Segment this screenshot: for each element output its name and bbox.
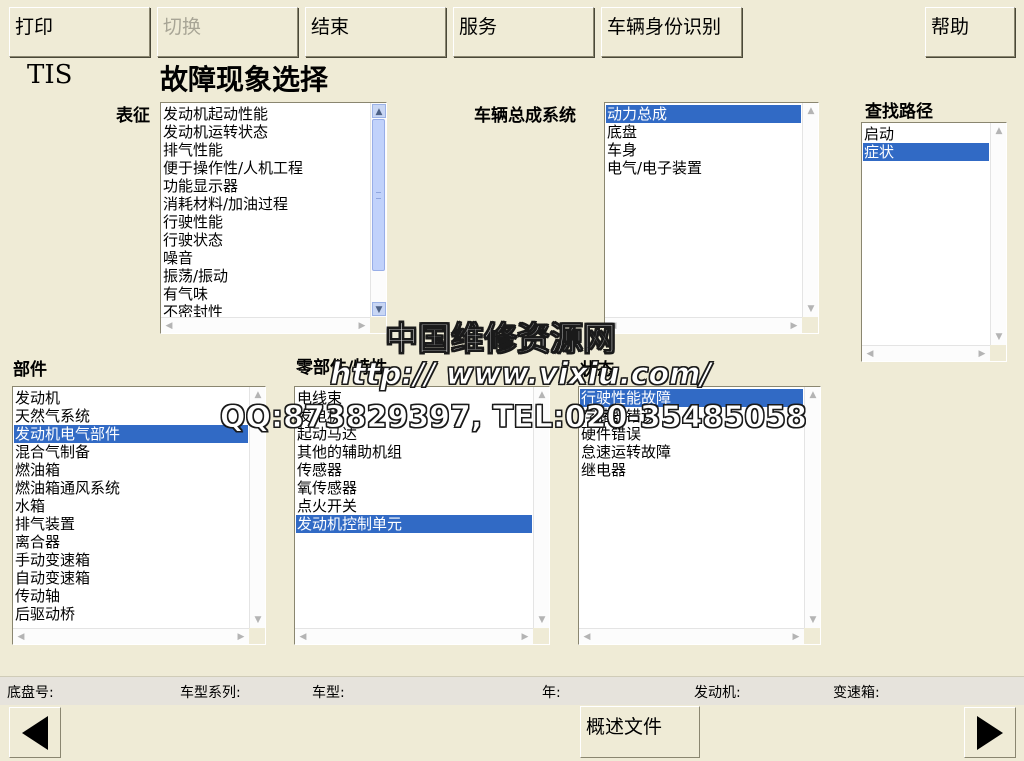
page-title: 故障现象选择 xyxy=(160,63,329,96)
search-path-list-item[interactable]: 启动 xyxy=(863,125,989,143)
overview-document-button[interactable]: 概述文件 xyxy=(580,706,700,758)
scroll-left-icon[interactable]: ◀ xyxy=(14,630,28,644)
scroll-down-icon[interactable]: ▼ xyxy=(251,613,265,627)
chassis-number-label: 底盘号: xyxy=(7,685,54,701)
assembly-list-item[interactable]: 底盘 xyxy=(606,123,801,141)
watermark-url: http:// www.vixiu.com/ xyxy=(329,357,712,393)
symptoms-list-item[interactable]: 行驶性能 xyxy=(162,213,369,231)
scroll-thumb[interactable] xyxy=(372,119,385,271)
components-list-item[interactable]: 氧传感器 xyxy=(296,479,532,497)
parts-hscrollbar[interactable]: ◀ ▶ xyxy=(13,628,249,644)
scroll-left-icon[interactable]: ◀ xyxy=(162,319,176,333)
state-list-item[interactable]: 继电器 xyxy=(580,461,803,479)
parts-list-item[interactable]: 水箱 xyxy=(14,497,248,515)
assembly-list-item[interactable]: 动力总成 xyxy=(606,105,801,123)
symptoms-vscrollbar[interactable]: ▲ ▼ xyxy=(370,103,386,317)
scroll-down-icon[interactable]: ▼ xyxy=(804,302,818,316)
end-button[interactable]: 结束 xyxy=(305,7,446,57)
model-label: 车型: xyxy=(312,685,345,701)
scroll-up-icon[interactable]: ▲ xyxy=(992,124,1006,138)
search-path-label: 查找路径 xyxy=(865,102,933,122)
help-button[interactable]: 帮助 xyxy=(925,7,1015,57)
engine-label: 发动机: xyxy=(694,685,741,701)
symptoms-list-item[interactable]: 有气味 xyxy=(162,285,369,303)
scroll-down-icon[interactable]: ▼ xyxy=(535,613,549,627)
symptoms-list-item[interactable]: 振荡/振动 xyxy=(162,267,369,285)
watermark-contact: QQ:873829397, TEL:020-35485058 xyxy=(220,400,808,436)
scroll-left-icon[interactable]: ◀ xyxy=(580,630,594,644)
search-path-hscrollbar[interactable]: ◀ ▶ xyxy=(862,345,990,361)
service-button[interactable]: 服务 xyxy=(453,7,594,57)
back-button[interactable] xyxy=(9,707,61,758)
parts-list-item[interactable]: 离合器 xyxy=(14,533,248,551)
components-list-item[interactable]: 点火开关 xyxy=(296,497,532,515)
scroll-up-icon[interactable]: ▲ xyxy=(804,104,818,118)
parts-list-item[interactable]: 自动变速箱 xyxy=(14,569,248,587)
print-button[interactable]: 打印 xyxy=(9,7,150,57)
parts-list-item[interactable]: 排气装置 xyxy=(14,515,248,533)
symptoms-list-item[interactable]: 消耗材料/加油过程 xyxy=(162,195,369,213)
year-label: 年: xyxy=(542,685,561,701)
parts-list-item[interactable]: 发动机 xyxy=(14,389,248,407)
assembly-list-item[interactable]: 车身 xyxy=(606,141,801,159)
scroll-down-icon[interactable]: ▼ xyxy=(806,613,820,627)
gearbox-label: 变速箱: xyxy=(833,685,880,701)
assembly-hscrollbar[interactable]: ◀ ▶ xyxy=(605,317,802,333)
symptoms-list-item[interactable]: 行驶状态 xyxy=(162,231,369,249)
components-hscrollbar[interactable]: ◀ ▶ xyxy=(295,628,533,644)
scroll-down-icon[interactable]: ▼ xyxy=(372,302,386,316)
parts-list-item[interactable]: 天然气系统 xyxy=(14,407,248,425)
app-name: TIS xyxy=(27,60,73,90)
scroll-right-icon[interactable]: ▶ xyxy=(518,630,532,644)
symptoms-list-item[interactable]: 发动机运转状态 xyxy=(162,123,369,141)
assembly-list[interactable]: 动力总成 底盘 车身 电气/电子装置 ▲ ▼ ◀ ▶ xyxy=(604,102,819,334)
symptoms-hscrollbar[interactable]: ◀ ▶ xyxy=(161,317,370,333)
parts-list-item[interactable]: 燃油箱 xyxy=(14,461,248,479)
scroll-right-icon[interactable]: ▶ xyxy=(975,347,989,361)
parts-list-item[interactable]: 后驱动桥 xyxy=(14,605,248,623)
symptoms-list-item[interactable]: 排气性能 xyxy=(162,141,369,159)
parts-label: 部件 xyxy=(13,360,47,380)
watermark-title: 中国维修资源网 xyxy=(385,319,617,359)
state-list-item[interactable]: 怠速运转故障 xyxy=(580,443,803,461)
symptoms-list-item[interactable]: 噪音 xyxy=(162,249,369,267)
scroll-right-icon[interactable]: ▶ xyxy=(234,630,248,644)
symptoms-list-item[interactable]: 发动机起动性能 xyxy=(162,105,369,123)
symptoms-list[interactable]: 发动机起动性能 发动机运转状态 排气性能 便于操作性/人机工程 功能显示器 消耗材料/加油… xyxy=(160,102,387,334)
parts-list-item[interactable]: 手动变速箱 xyxy=(14,551,248,569)
components-list-item[interactable]: 发动机控制单元 xyxy=(296,515,532,533)
parts-list-item[interactable]: 燃油箱通风系统 xyxy=(14,479,248,497)
scroll-right-icon[interactable]: ▶ xyxy=(789,630,803,644)
state-hscrollbar[interactable]: ◀ ▶ xyxy=(579,628,804,644)
scroll-up-icon[interactable]: ▲ xyxy=(372,104,386,118)
parts-list-item[interactable]: 传动轴 xyxy=(14,587,248,605)
search-path-list-item[interactable]: 症状 xyxy=(863,143,989,161)
scroll-left-icon[interactable]: ◀ xyxy=(296,630,310,644)
vehicle-status-bar: 底盘号: 车型系列: 车型: 年: 发动机: 变速箱: xyxy=(0,676,1024,705)
symptoms-list-item[interactable]: 便于操作性/人机工程 xyxy=(162,159,369,177)
components-list-item[interactable]: 传感器 xyxy=(296,461,532,479)
parts-list-item[interactable]: 发动机电气部件 xyxy=(14,425,248,443)
scroll-right-icon[interactable]: ▶ xyxy=(355,319,369,333)
vehicle-id-button[interactable]: 车辆身份识别 xyxy=(601,7,742,57)
symptoms-list-item[interactable]: 功能显示器 xyxy=(162,177,369,195)
assembly-label: 车辆总成系统 xyxy=(474,106,576,126)
scroll-down-icon[interactable]: ▼ xyxy=(992,330,1006,344)
arrow-right-icon xyxy=(977,716,1003,750)
symptoms-label: 表征 xyxy=(116,106,150,126)
assembly-list-item[interactable]: 电气/电子装置 xyxy=(606,159,801,177)
arrow-left-icon xyxy=(22,716,48,750)
series-label: 车型系列: xyxy=(180,685,241,701)
scroll-left-icon[interactable]: ◀ xyxy=(863,347,877,361)
parts-list-item[interactable]: 混合气制备 xyxy=(14,443,248,461)
scroll-up-icon[interactable]: ▲ xyxy=(806,388,820,402)
scroll-right-icon[interactable]: ▶ xyxy=(787,319,801,333)
search-path-vscrollbar[interactable]: ▲ ▼ xyxy=(990,123,1006,345)
components-list-item[interactable]: 其他的辅助机组 xyxy=(296,443,532,461)
forward-button[interactable] xyxy=(964,707,1016,758)
assembly-vscrollbar[interactable]: ▲ ▼ xyxy=(802,103,818,317)
search-path-list[interactable]: 启动 症状 ▲ ▼ ◀ ▶ xyxy=(861,122,1007,362)
switch-button[interactable]: 切换 xyxy=(157,7,298,57)
